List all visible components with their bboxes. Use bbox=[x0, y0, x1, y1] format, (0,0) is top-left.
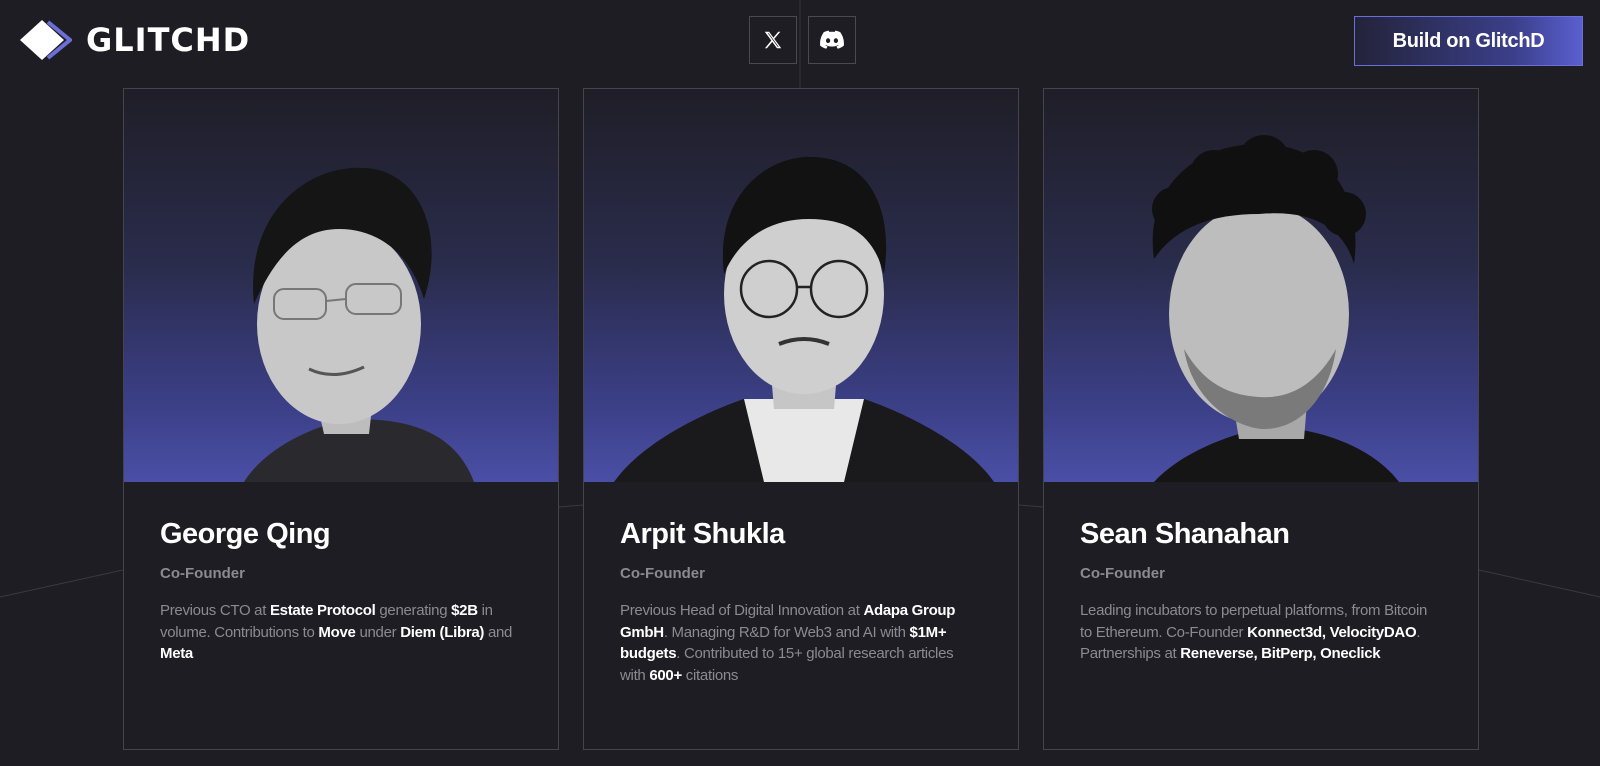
member-bio: Previous CTO at Estate Protocol generati… bbox=[160, 600, 522, 665]
brand-name: GLITCHD bbox=[86, 21, 251, 59]
x-icon bbox=[764, 31, 782, 49]
build-on-glitchd-button[interactable]: Build on GlitchD bbox=[1354, 16, 1583, 66]
profile-photo bbox=[124, 89, 558, 482]
portrait-image bbox=[244, 167, 474, 482]
bio-highlight: 600+ bbox=[649, 666, 682, 684]
glitchd-logo-icon bbox=[20, 20, 72, 60]
bio-highlight: Reneverse, BitPerp, Oneclick bbox=[1180, 645, 1381, 662]
brand-logo[interactable]: GLITCHD bbox=[20, 18, 250, 62]
page: GLITCHD Build on GlitchD George Qing Co-… bbox=[0, 0, 1600, 766]
member-role: Co-Founder bbox=[160, 565, 245, 582]
member-name: Arpit Shukla bbox=[620, 518, 785, 550]
bio-highlight: Konnect3d, VelocityDAO bbox=[1247, 623, 1417, 641]
member-role: Co-Founder bbox=[1080, 565, 1165, 582]
bio-text: and bbox=[484, 623, 513, 641]
member-role: Co-Founder bbox=[620, 565, 705, 582]
member-name: Sean Shanahan bbox=[1080, 518, 1290, 550]
bio-highlight: Diem (Libra) bbox=[400, 623, 485, 641]
profile-photo bbox=[1044, 89, 1478, 482]
discord-icon bbox=[820, 30, 844, 49]
x-twitter-button[interactable] bbox=[749, 16, 797, 64]
discord-button[interactable] bbox=[808, 16, 856, 64]
member-bio: Previous Head of Digital Innovation at A… bbox=[620, 600, 982, 686]
bio-text: Previous CTO at bbox=[160, 602, 270, 619]
bio-text: citations bbox=[681, 666, 739, 684]
bio-highlight: Estate Protocol bbox=[269, 602, 376, 619]
bio-text: Previous Head of Digital Innovation at bbox=[620, 602, 864, 619]
bio-highlight: $2B bbox=[451, 602, 478, 619]
bio-highlight: Meta bbox=[160, 645, 193, 662]
member-name: George Qing bbox=[160, 518, 331, 550]
portrait-image bbox=[614, 156, 994, 482]
bio-text: under bbox=[355, 623, 401, 641]
profile-photo bbox=[584, 89, 1018, 482]
team-card: Arpit Shukla Co-Founder Previous Head of… bbox=[583, 88, 1019, 750]
portrait-image bbox=[1152, 135, 1399, 482]
bio-text: generating bbox=[375, 602, 452, 619]
team-card: George Qing Co-Founder Previous CTO at E… bbox=[123, 88, 559, 750]
bio-highlight: Move bbox=[318, 623, 356, 641]
team-card: Sean Shanahan Co-Founder Leading incubat… bbox=[1043, 88, 1479, 750]
member-bio: Leading incubators to perpetual platform… bbox=[1080, 600, 1442, 665]
bio-text: . Managing R&D for Web3 and AI with bbox=[663, 623, 910, 641]
